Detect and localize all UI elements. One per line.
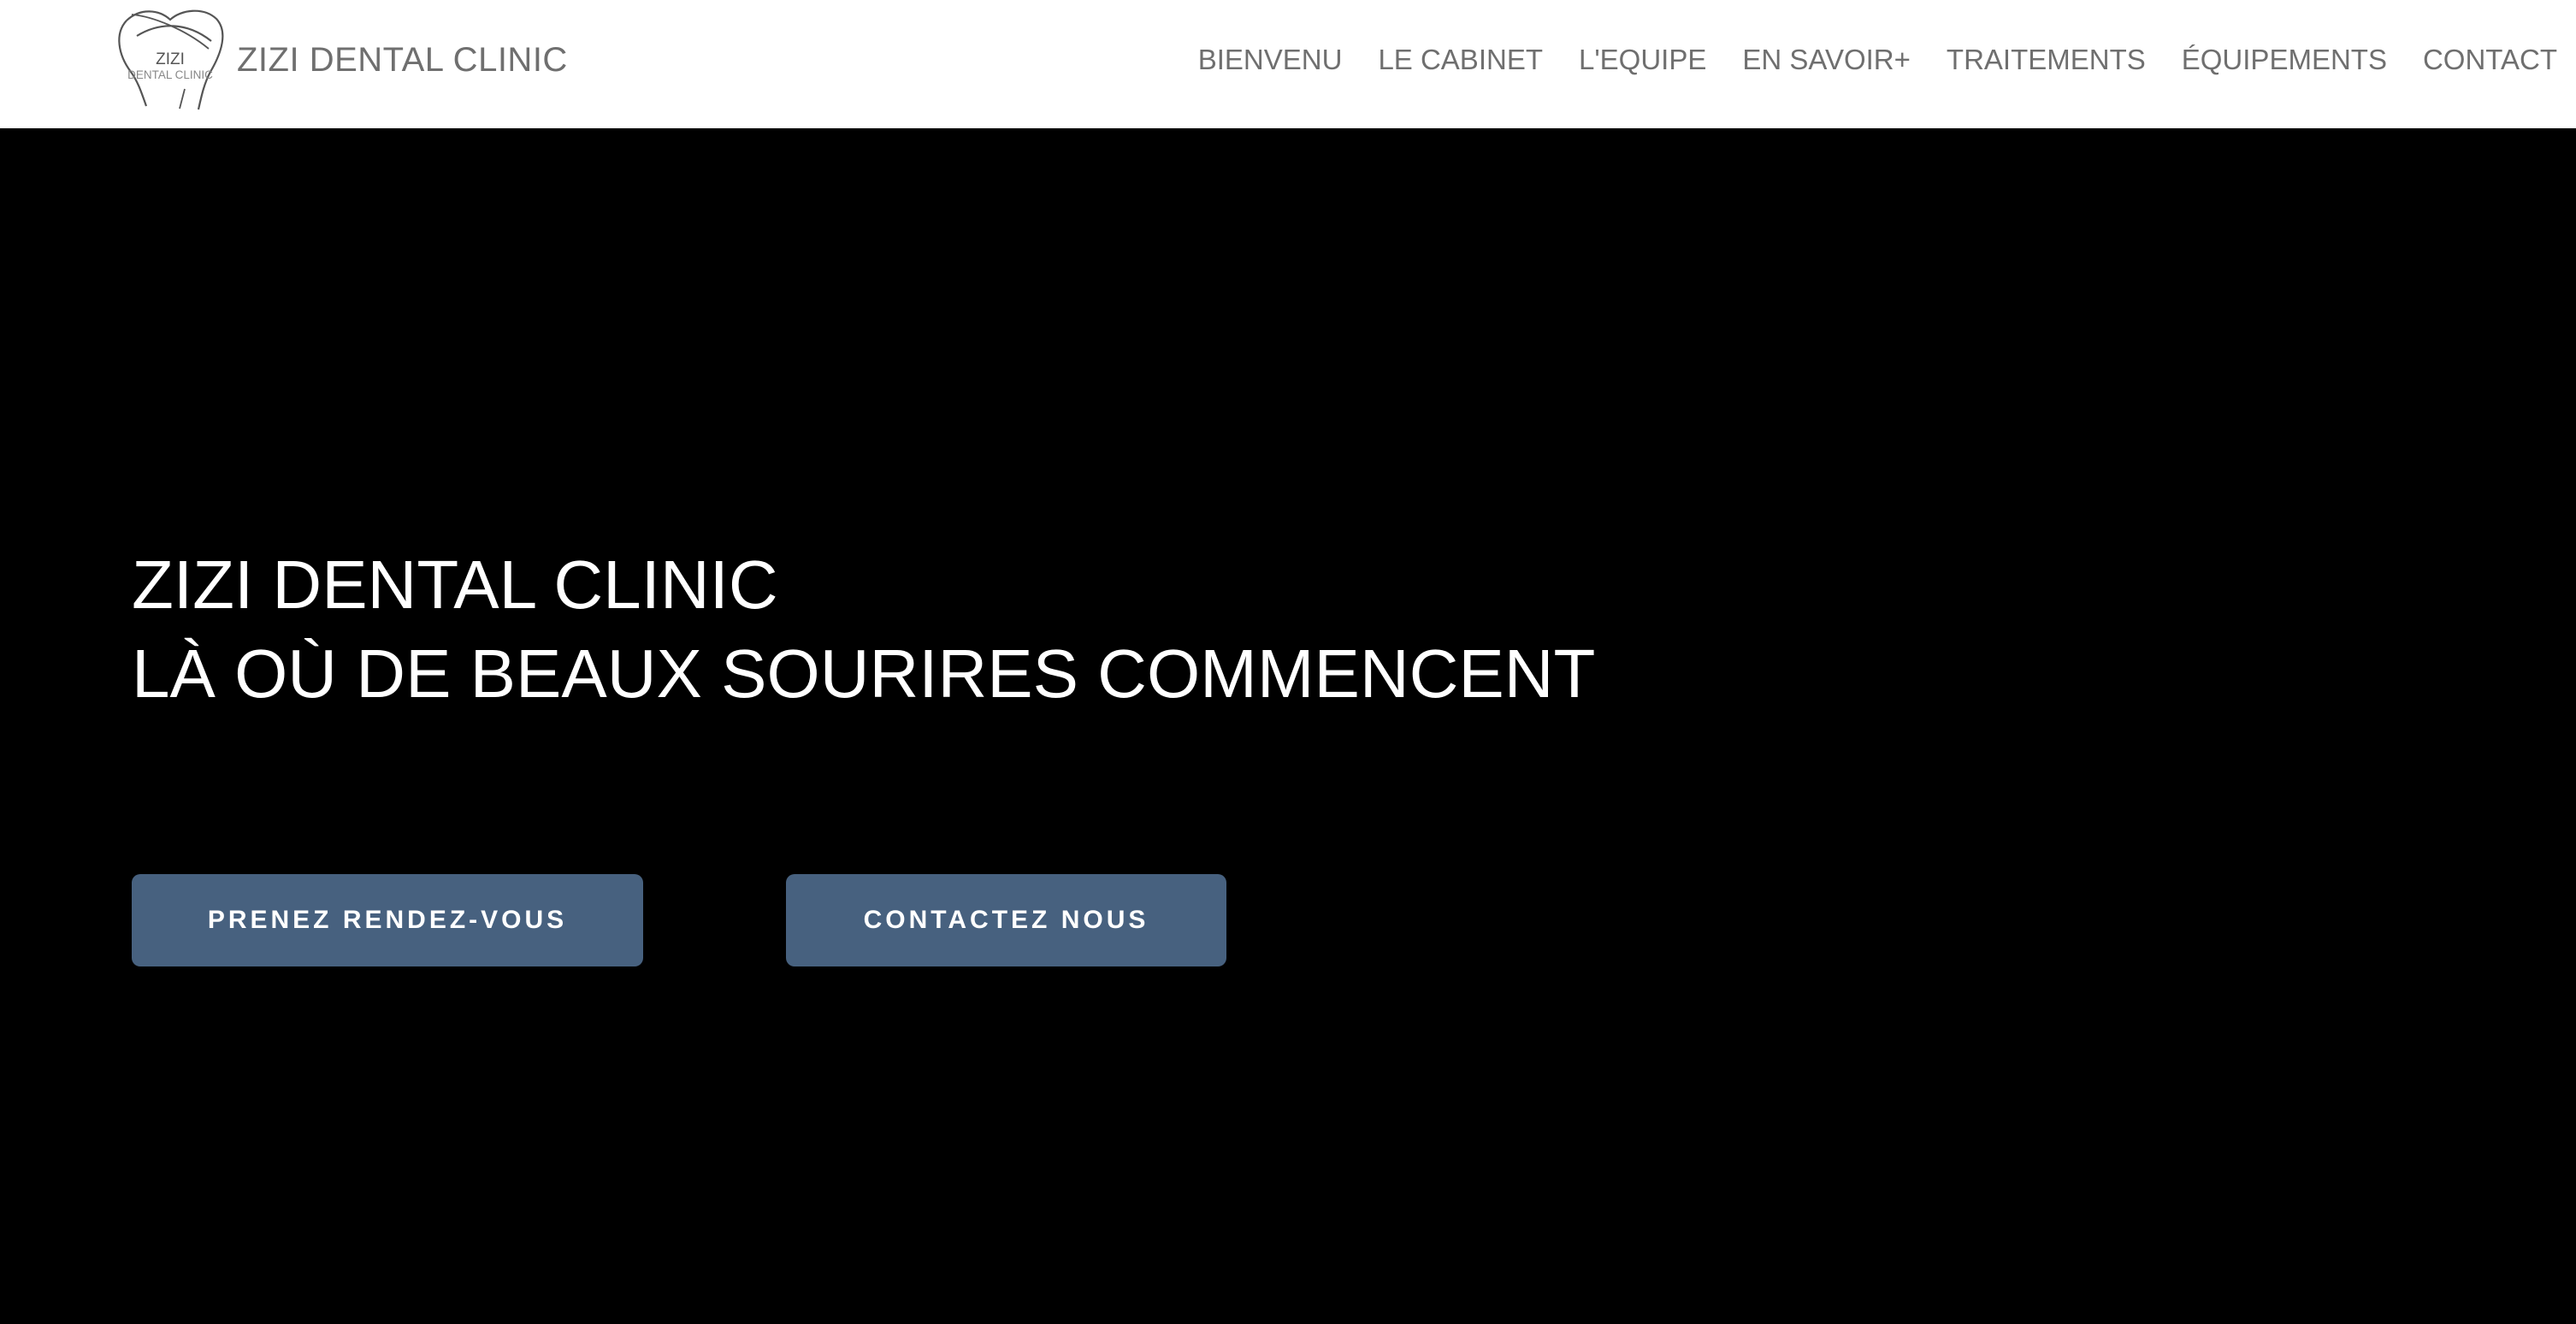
page: ZIZI DENTAL CLINIC ZIZI DENTAL CLINIC BI… xyxy=(0,0,2576,1324)
site-header: ZIZI DENTAL CLINIC ZIZI DENTAL CLINIC BI… xyxy=(0,0,2576,128)
nav-item-en-savoir-plus[interactable]: EN SAVOIR+ xyxy=(1742,38,1911,82)
logo-line1: ZIZI xyxy=(156,50,185,68)
logo-line2: DENTAL CLINIC xyxy=(127,68,213,81)
nav-item-bienvenu[interactable]: BIENVENU xyxy=(1198,38,1343,82)
book-appointment-button[interactable]: PRENEZ RENDEZ-VOUS xyxy=(132,874,643,966)
nav-item-l-equipe[interactable]: L'EQUIPE xyxy=(1579,38,1706,82)
contact-us-button[interactable]: CONTACTEZ NOUS xyxy=(786,874,1226,966)
site-brand[interactable]: ZIZI DENTAL CLINIC xyxy=(237,38,568,82)
main-navigation: BIENVENU LE CABINET L'EQUIPE EN SAVOIR+ … xyxy=(1198,38,2557,82)
hero-title-line-2: LÀ OÙ DE BEAUX SOURIRES COMMENCENT xyxy=(132,635,1596,712)
hero-title-line-1: ZIZI DENTAL CLINIC xyxy=(132,547,778,623)
nav-item-le-cabinet[interactable]: LE CABINET xyxy=(1378,38,1543,82)
nav-item-contact[interactable]: CONTACT xyxy=(2423,38,2557,82)
nav-item-equipements[interactable]: ÉQUIPEMENTS xyxy=(2182,38,2387,82)
nav-item-traitements[interactable]: TRAITEMENTS xyxy=(1947,38,2146,82)
site-logo[interactable]: ZIZI DENTAL CLINIC xyxy=(109,5,231,111)
hero-title: ZIZI DENTAL CLINIC LÀ OÙ DE BEAUX SOURIR… xyxy=(132,541,1595,718)
tooth-icon: ZIZI DENTAL CLINIC xyxy=(118,9,224,110)
